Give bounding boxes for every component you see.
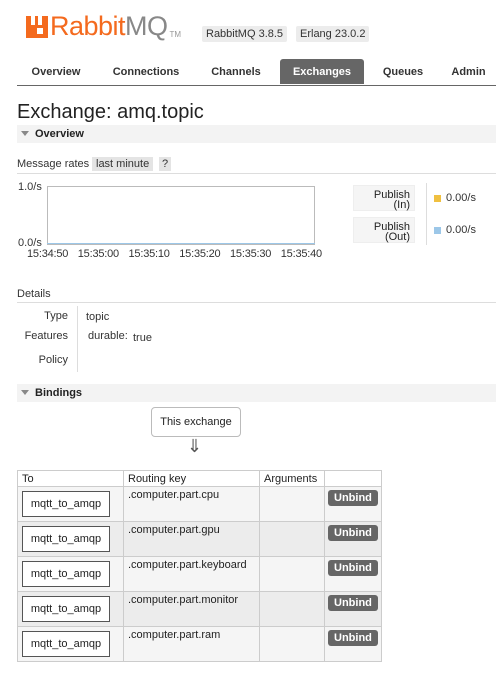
arguments-cell [259,626,325,662]
destination-queue-link[interactable]: mqtt_to_amqp [22,526,110,552]
overview-section-toggle[interactable]: Overview [17,125,496,143]
help-button[interactable]: ? [159,157,172,171]
divider [17,302,496,303]
column-header-arguments: Arguments [259,470,325,487]
overview-section-label: Overview [35,128,84,140]
x-tick: 15:35:30 [230,248,272,260]
x-tick: 15:34:50 [27,248,69,260]
routing-key: .computer.part.monitor [128,594,239,606]
unbind-button[interactable]: Unbind [328,595,378,611]
durable-value: true [133,332,152,344]
column-header-to: To [17,470,124,487]
table-row: mqtt_to_amqp .computer.part.cpu Unbind [17,486,382,522]
x-tick: 15:35:10 [128,248,170,260]
collapse-triangle-icon [21,390,29,395]
rabbit-logo-icon [26,16,48,38]
unbind-button[interactable]: Unbind [328,525,378,541]
collapse-triangle-icon [21,131,29,136]
destination-queue-link[interactable]: mqtt_to_amqp [22,491,110,517]
legend-publish-in[interactable]: Publish (In) [353,185,415,211]
routing-key: .computer.part.ram [128,629,221,641]
type-value: topic [86,311,110,323]
destination-queue-link[interactable]: mqtt_to_amqp [22,631,110,657]
unbind-button[interactable]: Unbind [328,630,378,646]
details-heading: Details [17,288,51,300]
arguments-cell [259,556,325,592]
down-arrow-icon: ⇓ [187,436,203,456]
tab-queues[interactable]: Queues [369,59,437,84]
x-tick: 15:35:00 [77,248,119,260]
type-label: Type [44,310,68,322]
legend-publish-out[interactable]: Publish (Out) [353,217,415,243]
tab-exchanges[interactable]: Exchanges [280,59,364,84]
legend-swatch-in [434,195,441,202]
legend-label: (In) [393,199,411,211]
rabbitmq-logo[interactable]: RabbitMQ TM [26,12,181,42]
routing-key: .computer.part.cpu [128,489,220,501]
x-axis-ticks: 15:34:50 15:35:00 15:35:10 15:35:20 15:3… [27,248,322,260]
table-row: mqtt_to_amqp .computer.part.ram Unbind [17,626,382,662]
publish-out-rate: 0.00/s [446,224,476,236]
tab-overview[interactable]: Overview [17,59,95,84]
details-divider [77,306,78,372]
table-row: mqtt_to_amqp .computer.part.gpu Unbind [17,521,382,557]
y-axis-top-label: 1.0/s [18,181,42,193]
policy-label: Policy [38,354,68,366]
tab-admin[interactable]: Admin [441,59,496,84]
routing-key: .computer.part.gpu [128,524,220,536]
rate-period-selector[interactable]: last minute [92,157,154,171]
bindings-table: To Routing key Arguments mqtt_to_amqp .c… [17,470,382,662]
table-row: mqtt_to_amqp .computer.part.keyboard Unb… [17,556,382,592]
this-exchange-box: This exchange [151,407,241,437]
logo-trademark: TM [169,30,182,39]
legend-label: (Out) [384,231,410,243]
bindings-section-label: Bindings [35,387,83,399]
x-tick: 15:35:40 [280,248,322,260]
destination-queue-link[interactable]: mqtt_to_amqp [22,561,110,587]
column-header-routing-key: Routing key [123,470,260,487]
legend-swatch-out [434,227,441,234]
page-title: Exchange: amq.topic [17,101,204,123]
logo-text: RabbitMQ [50,11,168,41]
legend-divider [426,183,427,245]
rabbitmq-version-badge: RabbitMQ 3.8.5 [202,26,288,42]
bindings-section-toggle[interactable]: Bindings [17,384,496,402]
erlang-version-badge: Erlang 23.0.2 [296,26,370,42]
durable-label: durable: [88,330,128,342]
x-tick: 15:35:20 [179,248,221,260]
tab-channels[interactable]: Channels [197,59,275,84]
unbind-button[interactable]: Unbind [328,560,378,576]
features-label: Features [24,330,68,342]
tab-connections[interactable]: Connections [97,59,195,84]
routing-key: .computer.part.keyboard [128,559,247,571]
arguments-cell [259,486,325,522]
message-rate-chart [47,186,315,245]
publish-in-rate: 0.00/s [446,192,476,204]
column-header-actions [324,470,382,487]
destination-queue-link[interactable]: mqtt_to_amqp [22,596,110,622]
arguments-cell [259,521,325,557]
unbind-button[interactable]: Unbind [328,490,378,506]
main-nav-tabs: Overview Connections Channels Exchanges … [17,59,496,86]
divider [17,173,496,174]
chart-baseline [47,243,315,244]
arguments-cell [259,591,325,627]
message-rates-label: Message rates [17,158,90,170]
table-row: mqtt_to_amqp .computer.part.monitor Unbi… [17,591,382,627]
